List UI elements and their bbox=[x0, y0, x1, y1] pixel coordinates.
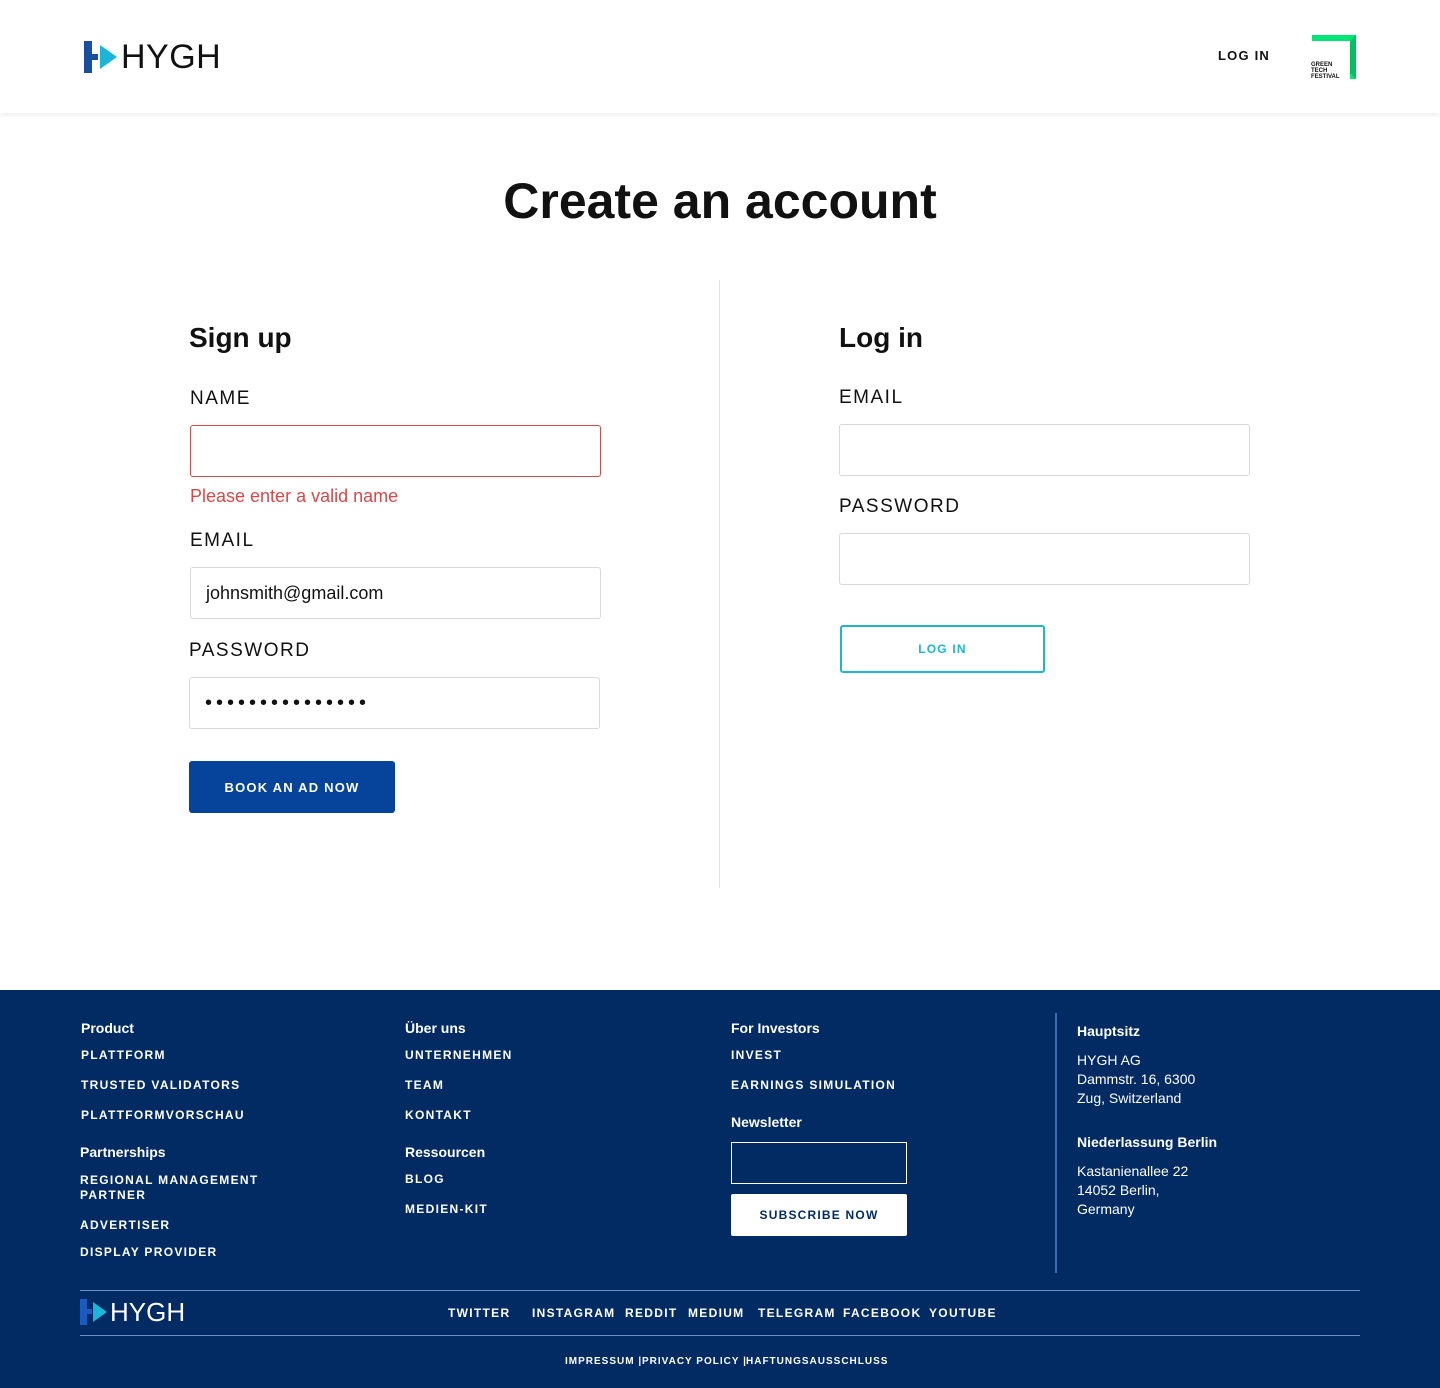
footer-berlin-title: Niederlassung Berlin bbox=[1077, 1134, 1218, 1150]
green-tech-festival-logo-text: GREEN TECH FESTIVAL bbox=[1311, 62, 1340, 80]
hygh-logo[interactable]: HYGH bbox=[84, 38, 222, 76]
footer-link-unternehmen[interactable]: UNTERNEHMEN bbox=[405, 1048, 513, 1063]
header-login-link[interactable]: LOG IN bbox=[1218, 48, 1270, 63]
login-password-label: PASSWORD bbox=[839, 496, 961, 517]
book-ad-button[interactable]: BOOK AN AD NOW bbox=[189, 761, 395, 813]
footer-link-plattformvorschau[interactable]: PLATTFORMVORSCHAU bbox=[81, 1108, 245, 1123]
footer-social-facebook[interactable]: FACEBOOK bbox=[843, 1306, 921, 1320]
signup-name-label: NAME bbox=[190, 388, 251, 409]
footer-link-kontakt[interactable]: KONTAKT bbox=[405, 1108, 472, 1123]
footer-divider-bottom bbox=[80, 1335, 1360, 1336]
footer-link-plattform[interactable]: PLATTFORM bbox=[81, 1048, 166, 1063]
footer-link-invest[interactable]: INVEST bbox=[731, 1048, 782, 1063]
footer-social-instagram[interactable]: INSTAGRAM bbox=[532, 1306, 615, 1320]
site-header: HYGH LOG IN GREEN TECH FESTIVAL bbox=[0, 0, 1440, 113]
signup-email-label: EMAIL bbox=[190, 530, 255, 551]
footer-social-medium[interactable]: MEDIUM bbox=[688, 1306, 744, 1320]
footer-link-advertiser[interactable]: ADVERTISER bbox=[80, 1218, 170, 1233]
footer-berlin-address: Kastanienallee 22 14052 Berlin, Germany bbox=[1077, 1163, 1189, 1217]
footer-investors-title: For Investors bbox=[731, 1020, 820, 1036]
footer-partnerships-title: Partnerships bbox=[80, 1144, 166, 1160]
footer-social-youtube[interactable]: YOUTUBE bbox=[929, 1306, 997, 1320]
footer-legal-privacy-policy[interactable]: PRIVACY POLICY | bbox=[642, 1356, 747, 1367]
footer-hq-address: HYGH AG Dammstr. 16, 6300 Zug, Switzerla… bbox=[1077, 1052, 1196, 1106]
footer-about-title: Über uns bbox=[405, 1020, 466, 1036]
footer-hygh-logo-mark-icon bbox=[80, 1299, 107, 1325]
login-email-field[interactable] bbox=[839, 424, 1250, 476]
footer-social-telegram[interactable]: TELEGRAM bbox=[758, 1306, 836, 1320]
signup-name-field[interactable] bbox=[190, 425, 601, 477]
subscribe-button[interactable]: SUBSCRIBE NOW bbox=[731, 1194, 907, 1236]
login-title: Log in bbox=[839, 322, 923, 353]
login-email-label: EMAIL bbox=[839, 387, 904, 408]
footer-social-twitter[interactable]: TWITTER bbox=[448, 1306, 510, 1320]
footer-resources-title: Ressourcen bbox=[405, 1144, 486, 1160]
newsletter-email-field[interactable] bbox=[731, 1142, 907, 1184]
signup-password-field[interactable]: ••••••••••••••• bbox=[189, 677, 600, 729]
footer-divider-top bbox=[80, 1290, 1360, 1291]
login-button[interactable]: LOG IN bbox=[840, 625, 1045, 673]
footer-link-regional-management-partner[interactable]: REGIONAL MANAGEMENT PARTNER bbox=[80, 1173, 280, 1203]
footer-social-reddit[interactable]: REDDIT bbox=[625, 1306, 677, 1320]
footer-hygh-logo-text: HYGH bbox=[110, 1297, 186, 1327]
signup-name-error: Please enter a valid name bbox=[190, 486, 399, 506]
footer-hq-title: Hauptsitz bbox=[1077, 1023, 1140, 1039]
column-divider bbox=[719, 280, 720, 888]
footer-legal-haftungsausschluss[interactable]: HAFTUNGSAUSSCHLUSS bbox=[746, 1356, 888, 1367]
footer-link-blog[interactable]: BLOG bbox=[405, 1172, 445, 1187]
hygh-logo-mark-icon bbox=[84, 41, 118, 73]
footer-link-trusted-validators[interactable]: TRUSTED VALIDATORS bbox=[81, 1078, 240, 1093]
footer-link-team[interactable]: TEAM bbox=[405, 1078, 444, 1093]
hygh-logo-text: HYGH bbox=[121, 38, 222, 76]
footer-newsletter-title: Newsletter bbox=[731, 1114, 802, 1130]
footer-product-title: Product bbox=[81, 1020, 134, 1036]
signup-password-label: PASSWORD bbox=[189, 640, 311, 661]
signup-title: Sign up bbox=[189, 322, 292, 353]
footer-link-medien-kit[interactable]: MEDIEN-KIT bbox=[405, 1202, 488, 1217]
footer-hygh-logo[interactable]: HYGH bbox=[80, 1299, 185, 1325]
page-title: Create an account bbox=[503, 173, 937, 229]
footer-legal-impressum[interactable]: IMPRESSUM | bbox=[565, 1356, 642, 1367]
footer-link-display-provider[interactable]: DISPLAY PROVIDER bbox=[80, 1245, 218, 1260]
signup-email-field[interactable]: johnsmith@gmail.com bbox=[190, 567, 601, 619]
login-password-field[interactable] bbox=[839, 533, 1250, 585]
footer-vertical-divider bbox=[1055, 1013, 1057, 1273]
footer-link-earnings-simulation[interactable]: EARNINGS SIMULATION bbox=[731, 1078, 896, 1093]
